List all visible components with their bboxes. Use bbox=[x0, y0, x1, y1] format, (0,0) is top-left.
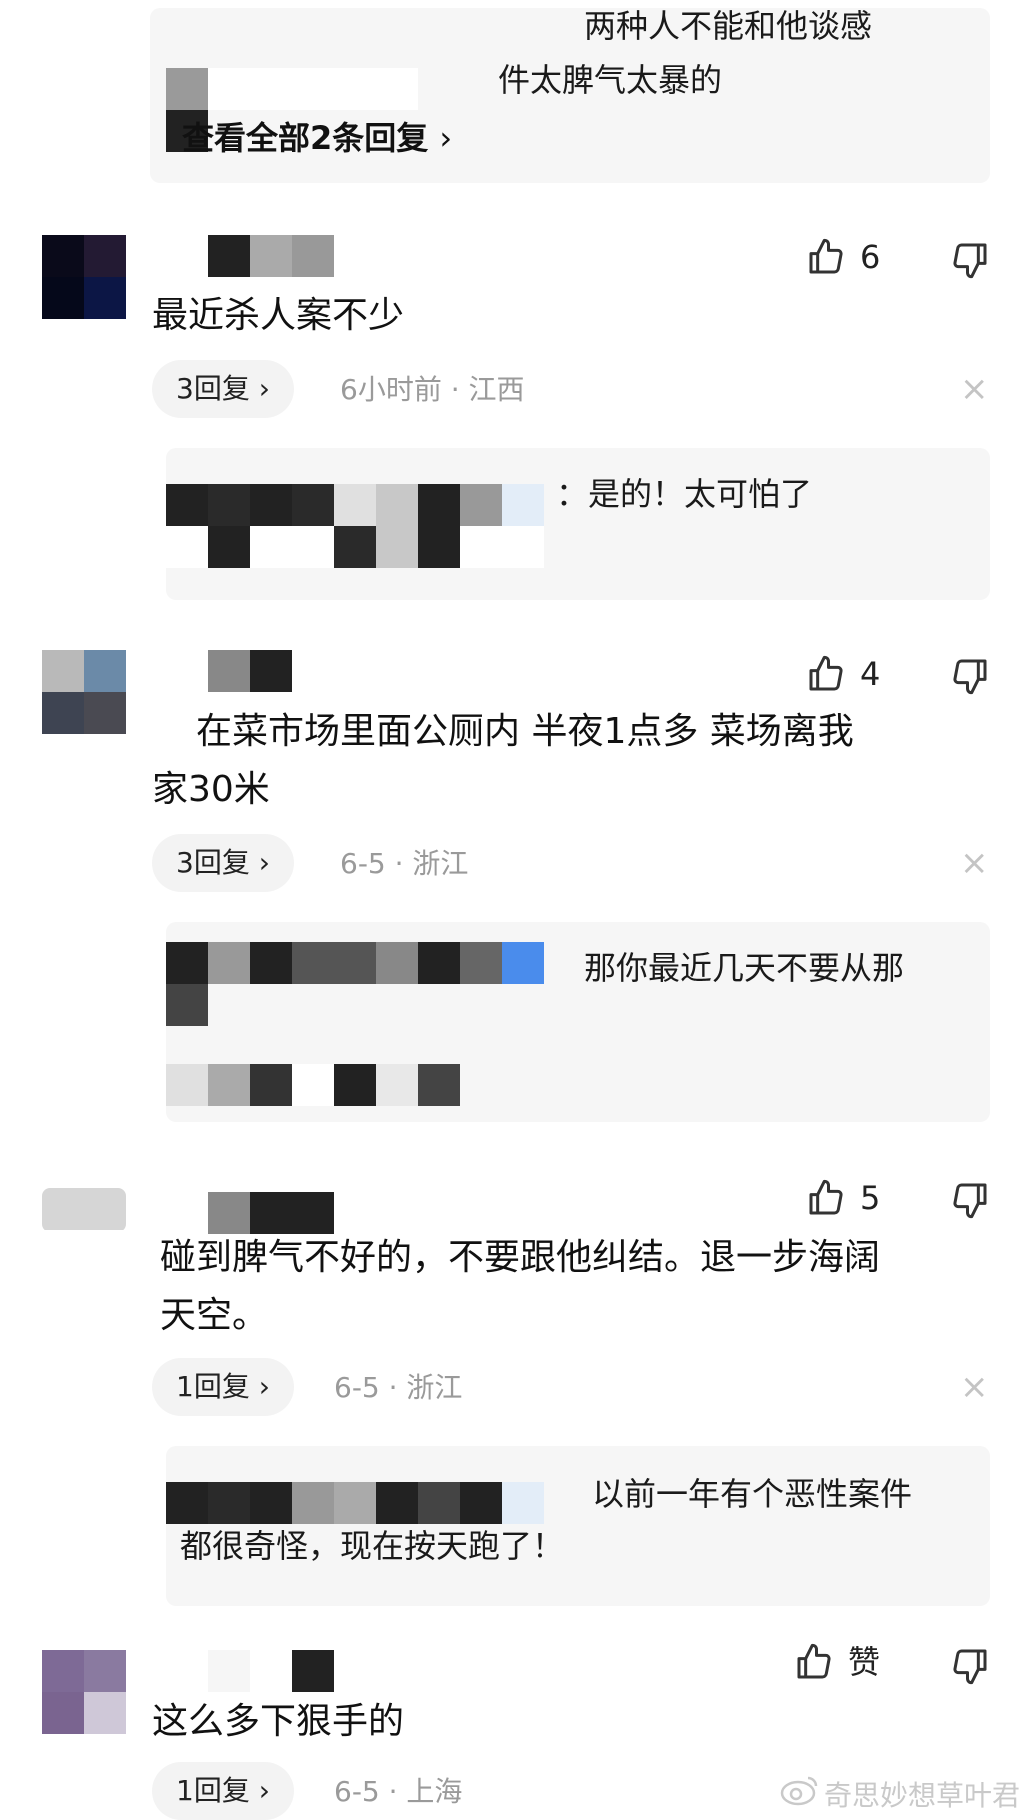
thumbs-down-icon[interactable] bbox=[950, 1180, 990, 1224]
comment-text: 碰到脾气不好的，不要跟他纠结。退一步海阔 bbox=[160, 1237, 881, 1278]
redacted-username bbox=[166, 942, 544, 1026]
thumbs-down-icon[interactable] bbox=[950, 656, 990, 700]
chevron-right-icon: › bbox=[258, 1370, 270, 1403]
thumbs-up-icon[interactable] bbox=[806, 654, 846, 698]
comment-text: 天空。 bbox=[160, 1295, 269, 1336]
reply-count-label: 3回复 bbox=[176, 372, 250, 405]
comment-meta: 6小时前 · 江西 bbox=[340, 373, 525, 406]
thumbs-up-icon[interactable] bbox=[794, 1642, 834, 1686]
avatar[interactable] bbox=[42, 235, 126, 319]
reply-count-label: 1回复 bbox=[176, 1370, 250, 1403]
comment-text: 家30米 bbox=[152, 769, 270, 810]
reply-text-line: 以前一年有个恶性案件 bbox=[592, 1475, 913, 1513]
redacted-username bbox=[166, 1482, 544, 1524]
close-icon[interactable]: × bbox=[960, 372, 989, 406]
redacted-username bbox=[166, 484, 544, 568]
redacted-username[interactable] bbox=[208, 1650, 338, 1692]
comment-text: 在菜市场里面公厕内 半夜1点多 菜场离我 bbox=[196, 711, 854, 752]
reply-count-button[interactable]: 3回复 › bbox=[152, 360, 294, 418]
chevron-right-icon: › bbox=[258, 846, 270, 879]
close-icon[interactable]: × bbox=[960, 846, 989, 880]
reply-text-line: ：是的！太可怕了 bbox=[556, 475, 813, 513]
chevron-right-icon: › bbox=[439, 119, 453, 157]
avatar[interactable] bbox=[42, 1188, 126, 1232]
thumbs-down-icon[interactable] bbox=[950, 1646, 990, 1690]
thumbs-down-icon[interactable] bbox=[950, 240, 990, 284]
reply-text-line: 那你最近几天不要从那 bbox=[584, 949, 905, 987]
reply-count-button[interactable]: 1回复 › bbox=[152, 1358, 294, 1416]
weibo-logo-icon bbox=[780, 1774, 820, 1810]
comment-meta: 6-5 · 浙江 bbox=[340, 847, 469, 880]
reply-count-label: 1回复 bbox=[176, 1774, 250, 1807]
redacted-username[interactable] bbox=[208, 1192, 338, 1234]
comment-text: 最近杀人案不少 bbox=[152, 295, 405, 336]
view-all-label: 查看全部2条回复 bbox=[182, 119, 429, 157]
thumbs-up-icon[interactable] bbox=[806, 237, 846, 281]
redacted-username[interactable] bbox=[208, 235, 338, 277]
redacted-username[interactable] bbox=[208, 650, 298, 692]
view-all-replies-link[interactable]: 查看全部2条回复 › bbox=[182, 118, 452, 158]
chevron-right-icon: › bbox=[258, 372, 270, 405]
watermark-text: 奇思妙想草叶君 bbox=[824, 1779, 1021, 1812]
reply-text-line: 两种人不能和他谈感 bbox=[584, 7, 873, 45]
redacted-text bbox=[166, 1064, 466, 1106]
like-count: 4 bbox=[860, 655, 881, 693]
reply-count-button[interactable]: 1回复 › bbox=[152, 1762, 294, 1820]
reply-text-line: 都很奇怪，现在按天跑了！ bbox=[180, 1527, 565, 1565]
comment-text: 这么多下狠手的 bbox=[152, 1701, 405, 1742]
like-count: 赞 bbox=[848, 1643, 881, 1681]
chevron-right-icon: › bbox=[258, 1774, 270, 1807]
reply-text-line: 件太脾气太暴的 bbox=[498, 61, 723, 99]
reply-count-button[interactable]: 3回复 › bbox=[152, 834, 294, 892]
avatar[interactable] bbox=[42, 1650, 126, 1734]
thumbs-up-icon[interactable] bbox=[806, 1178, 846, 1222]
reply-count-label: 3回复 bbox=[176, 846, 250, 879]
comment-meta: 6-5 · 上海 bbox=[334, 1775, 463, 1808]
comment-meta: 6-5 · 浙江 bbox=[334, 1371, 463, 1404]
like-count: 6 bbox=[860, 238, 881, 276]
avatar[interactable] bbox=[42, 650, 126, 734]
like-count: 5 bbox=[860, 1179, 881, 1217]
close-icon[interactable]: × bbox=[960, 1370, 989, 1404]
